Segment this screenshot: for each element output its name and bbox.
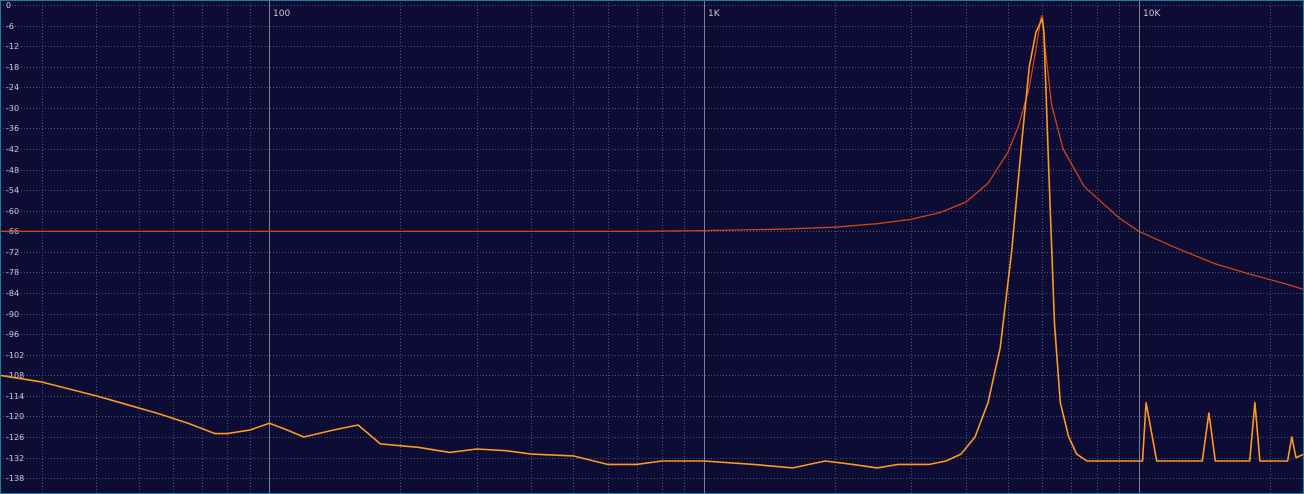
x-tick-label: 1K bbox=[708, 9, 721, 19]
y-tick-label: -132 bbox=[6, 454, 24, 463]
y-tick-label: -18 bbox=[6, 63, 19, 72]
y-tick-label: -96 bbox=[6, 330, 19, 339]
y-tick-label: -12 bbox=[6, 42, 19, 51]
x-tick-label: 100 bbox=[273, 9, 290, 19]
y-tick-label: -48 bbox=[6, 166, 19, 175]
y-tick-label: -24 bbox=[6, 83, 19, 92]
plot-background bbox=[0, 0, 1304, 494]
y-tick-label: -30 bbox=[6, 104, 19, 113]
y-tick-label: -72 bbox=[6, 248, 19, 257]
y-tick-label: -36 bbox=[6, 124, 19, 133]
y-tick-label: -6 bbox=[6, 22, 14, 31]
y-tick-label: -60 bbox=[6, 207, 19, 216]
y-tick-label: -138 bbox=[6, 474, 24, 483]
y-tick-label: -78 bbox=[6, 268, 19, 277]
y-tick-label: -42 bbox=[6, 145, 19, 154]
y-tick-label: -54 bbox=[6, 186, 19, 195]
y-tick-label: -114 bbox=[6, 392, 24, 401]
spectrum-chart: 0-6-12-18-24-30-36-42-48-54-60-66-72-78-… bbox=[0, 0, 1304, 494]
y-tick-label: -90 bbox=[6, 310, 19, 319]
y-tick-label: -126 bbox=[6, 433, 24, 442]
y-tick-label: -120 bbox=[6, 412, 24, 421]
y-tick-label: 0 bbox=[6, 1, 11, 10]
x-tick-label: 10K bbox=[1143, 9, 1161, 19]
y-tick-label: -102 bbox=[6, 351, 24, 360]
y-tick-label: -84 bbox=[6, 289, 19, 298]
